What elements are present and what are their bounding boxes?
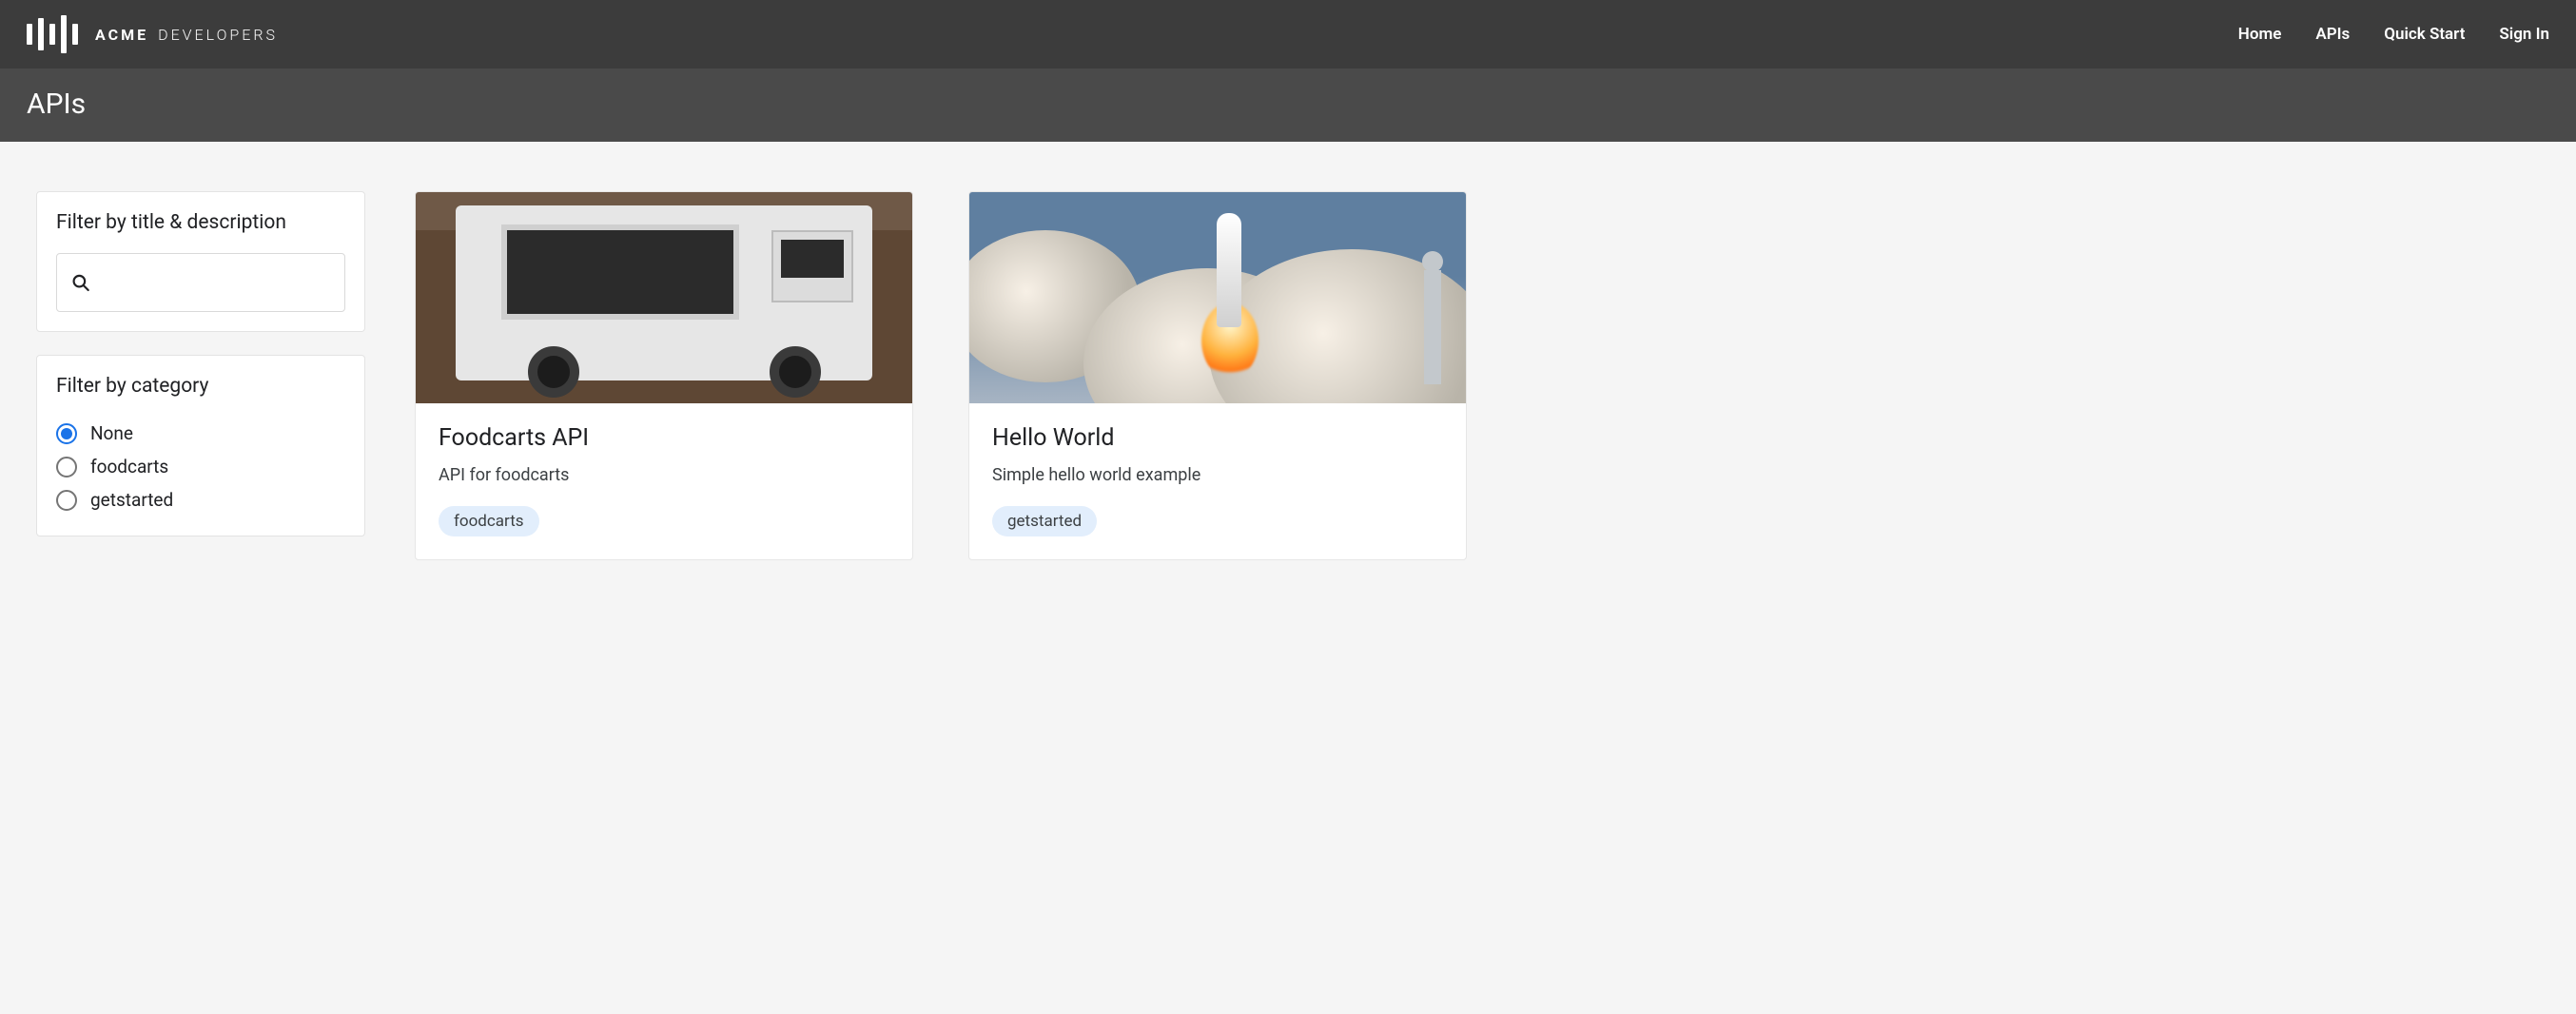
filter-text-heading: Filter by title & description (56, 211, 345, 234)
main-content: Filter by title & description Filter by … (0, 142, 2576, 610)
card-image-foodtruck (416, 192, 912, 403)
brand-logo-icon (27, 15, 78, 53)
brand-name-strong: ACME (95, 26, 148, 44)
nav-signin[interactable]: Sign In (2499, 25, 2549, 44)
card-body: Foodcarts API API for foodcarts foodcart… (416, 403, 912, 559)
card-description: Simple hello world example (992, 465, 1443, 485)
api-card[interactable]: Foodcarts API API for foodcarts foodcart… (415, 191, 913, 560)
brand[interactable]: ACME DEVELOPERS (27, 15, 278, 53)
category-radio-foodcarts[interactable]: foodcarts (56, 450, 345, 483)
category-radio-none[interactable]: None (56, 417, 345, 450)
filter-category-panel: Filter by category None foodcarts getsta… (36, 355, 365, 536)
api-card[interactable]: Hello World Simple hello world example g… (968, 191, 1467, 560)
card-tag-chip[interactable]: getstarted (992, 506, 1097, 536)
nav-quickstart[interactable]: Quick Start (2384, 25, 2465, 44)
filter-category-heading: Filter by category (56, 375, 345, 398)
filter-text-panel: Filter by title & description (36, 191, 365, 332)
nav-home[interactable]: Home (2238, 25, 2282, 44)
brand-text: ACME DEVELOPERS (95, 26, 278, 44)
category-radio-label: None (90, 422, 133, 444)
category-radio-label: foodcarts (90, 456, 168, 478)
page-title: APIs (27, 88, 2549, 121)
primary-nav: Home APIs Quick Start Sign In (2238, 25, 2549, 44)
category-radio-label: getstarted (90, 489, 173, 511)
card-tag-chip[interactable]: foodcarts (439, 506, 539, 536)
nav-apis[interactable]: APIs (2315, 25, 2350, 44)
radio-icon (56, 490, 77, 511)
api-card-grid: Foodcarts API API for foodcarts foodcart… (415, 191, 2540, 560)
top-nav: ACME DEVELOPERS Home APIs Quick Start Si… (0, 0, 2576, 68)
card-body: Hello World Simple hello world example g… (969, 403, 1466, 559)
card-image-rocket (969, 192, 1466, 403)
filter-text-searchbox[interactable] (56, 253, 345, 312)
filter-sidebar: Filter by title & description Filter by … (36, 191, 365, 536)
card-description: API for foodcarts (439, 465, 889, 485)
search-icon (70, 271, 90, 294)
page-subheader: APIs (0, 68, 2576, 142)
card-title: Foodcarts API (439, 424, 889, 452)
card-title: Hello World (992, 424, 1443, 452)
brand-name-light: DEVELOPERS (158, 26, 278, 44)
category-radio-getstarted[interactable]: getstarted (56, 483, 345, 517)
radio-icon (56, 457, 77, 478)
search-input[interactable] (100, 273, 344, 293)
radio-icon (56, 423, 77, 444)
